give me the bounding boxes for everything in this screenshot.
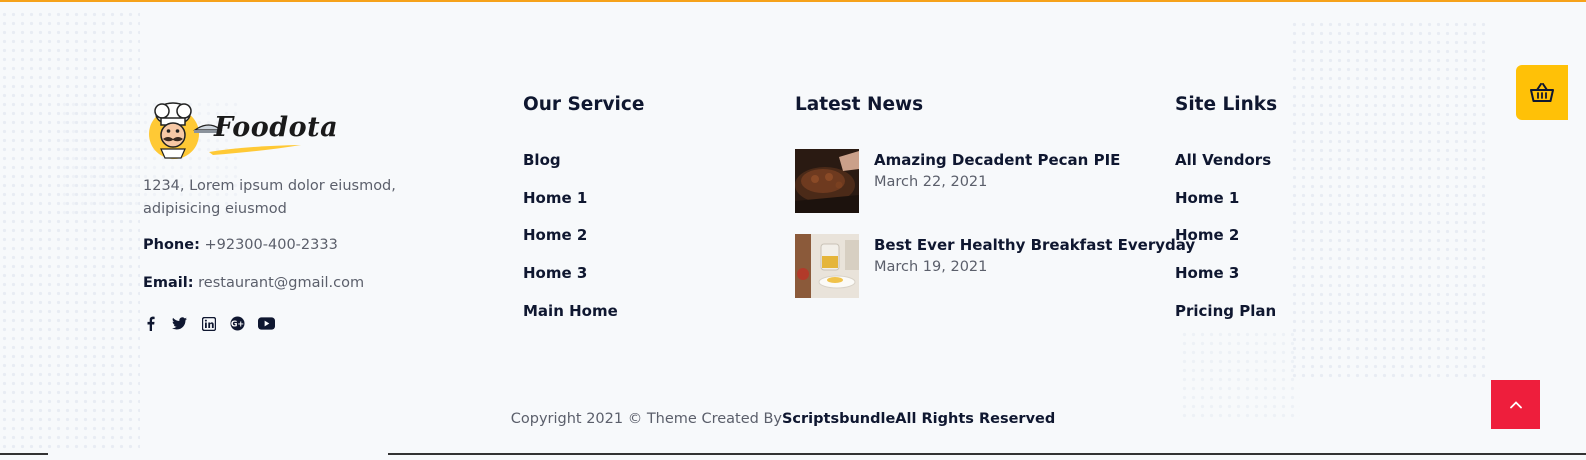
site-link-home-2[interactable]: Home 2 (1175, 226, 1276, 264)
linkedin-icon[interactable] (200, 315, 217, 332)
youtube-icon[interactable] (258, 315, 275, 332)
services-title: Our Service (523, 94, 645, 115)
bottom-edge-line (388, 453, 1586, 455)
phone-label: Phone: (143, 237, 200, 253)
copyright-suffix: All Rights Reserved (895, 411, 1056, 427)
services-link-home-1[interactable]: Home 1 (523, 189, 618, 227)
news-item[interactable]: Best Ever Healthy Breakfast Everyday Mar… (795, 234, 1195, 298)
scroll-to-top-button[interactable] (1491, 380, 1540, 429)
logo-wordmark: Foodota (214, 112, 339, 143)
news-item[interactable]: Amazing Decadent Pecan PIE March 22, 202… (795, 149, 1155, 213)
svg-text:G+: G+ (231, 320, 244, 329)
basket-icon (1530, 82, 1554, 102)
site-links-list: All Vendors Home 1 Home 2 Home 3 Pricing… (1175, 151, 1276, 339)
services-list: Blog Home 1 Home 2 Home 3 Main Home (523, 151, 618, 339)
services-link-blog[interactable]: Blog (523, 151, 618, 189)
bottom-edge-line (0, 453, 48, 455)
email-address[interactable]: restaurant@gmail.com (198, 275, 364, 291)
site-link-pricing-plan[interactable]: Pricing Plan (1175, 302, 1276, 340)
site-link-all-vendors[interactable]: All Vendors (1175, 151, 1276, 189)
phone-line: Phone: +92300-400-2333 (143, 237, 338, 253)
services-link-home-3[interactable]: Home 3 (523, 264, 618, 302)
site-links-title: Site Links (1175, 94, 1278, 115)
social-links: G+ (142, 315, 275, 332)
news-thumbnail[interactable] (795, 149, 859, 213)
copyright-prefix: Copyright 2021 © Theme Created By (510, 411, 782, 427)
news-item-date: March 22, 2021 (874, 174, 988, 190)
email-label: Email: (143, 275, 194, 291)
twitter-icon[interactable] (171, 315, 188, 332)
copyright-text: Copyright 2021 © Theme Created ByScripts… (0, 411, 1566, 427)
news-item-title[interactable]: Best Ever Healthy Breakfast Everyday (874, 236, 1195, 254)
facebook-icon[interactable] (142, 315, 159, 332)
site-link-home-1[interactable]: Home 1 (1175, 189, 1276, 227)
services-link-home-2[interactable]: Home 2 (523, 226, 618, 264)
chevron-up-icon (1509, 400, 1522, 408)
services-link-main-home[interactable]: Main Home (523, 302, 618, 340)
logo-swoosh-icon (209, 145, 301, 155)
news-item-date: March 19, 2021 (874, 259, 988, 275)
news-thumbnail[interactable] (795, 234, 859, 298)
email-line: Email: restaurant@gmail.com (143, 275, 364, 291)
copyright-brand-link[interactable]: Scriptsbundle (782, 411, 895, 427)
cart-button[interactable] (1516, 65, 1568, 120)
phone-number[interactable]: +92300-400-2333 (204, 237, 337, 253)
site-footer: Foodota 1234, Lorem ipsum dolor eiusmod,… (0, 0, 1586, 460)
news-title: Latest News (795, 94, 924, 115)
google-plus-icon[interactable]: G+ (229, 315, 246, 332)
site-link-home-3[interactable]: Home 3 (1175, 264, 1276, 302)
address-text: 1234, Lorem ipsum dolor eiusmod, adipisi… (143, 178, 396, 217)
news-item-title[interactable]: Amazing Decadent Pecan PIE (874, 151, 1120, 169)
